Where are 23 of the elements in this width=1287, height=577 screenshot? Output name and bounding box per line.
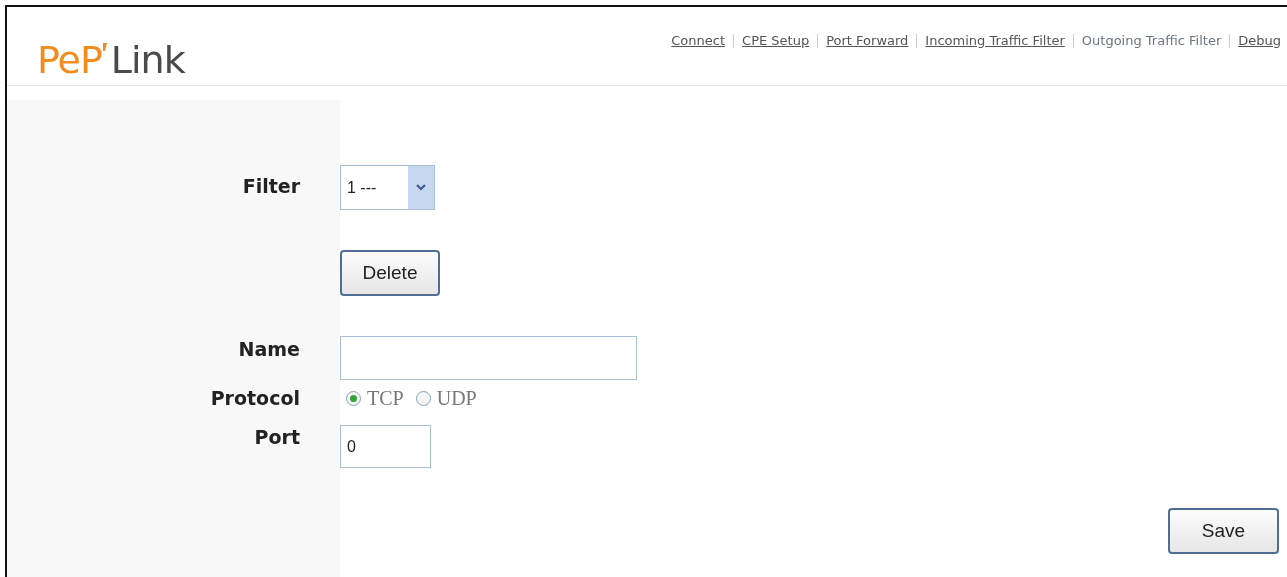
radio-button[interactable] xyxy=(346,391,361,406)
logo-brand: PeP xyxy=(37,41,102,79)
name-label: Name xyxy=(237,338,301,360)
port-field[interactable]: 0 xyxy=(340,425,431,468)
save-button[interactable]: Save xyxy=(1168,508,1279,554)
nav-link[interactable]: Outgoing Traffic Filter xyxy=(1081,33,1222,48)
radio-button[interactable] xyxy=(415,391,431,406)
nav-link[interactable]: Incoming Traffic Filter xyxy=(925,33,1065,48)
nav-link[interactable]: Port Forward xyxy=(826,33,909,48)
protocol-label: Protocol xyxy=(209,387,301,409)
filter-dropdown[interactable]: 1 --- xyxy=(340,165,435,210)
nav-link[interactable]: Connect xyxy=(671,33,726,48)
logo-product: Link xyxy=(110,41,185,79)
radio-label: TCP xyxy=(367,387,404,410)
nav-link[interactable]: Debug xyxy=(1238,33,1281,48)
nav-link[interactable]: CPE Setup xyxy=(742,33,810,48)
radio-label: UDP xyxy=(436,387,477,410)
port-label: Port xyxy=(253,426,301,448)
filter-label: Filter xyxy=(241,175,301,197)
name-field[interactable] xyxy=(340,336,637,380)
delete-button[interactable]: Delete xyxy=(340,250,440,296)
logo-mark-icon xyxy=(101,43,107,51)
chevron-down-icon xyxy=(416,184,426,191)
